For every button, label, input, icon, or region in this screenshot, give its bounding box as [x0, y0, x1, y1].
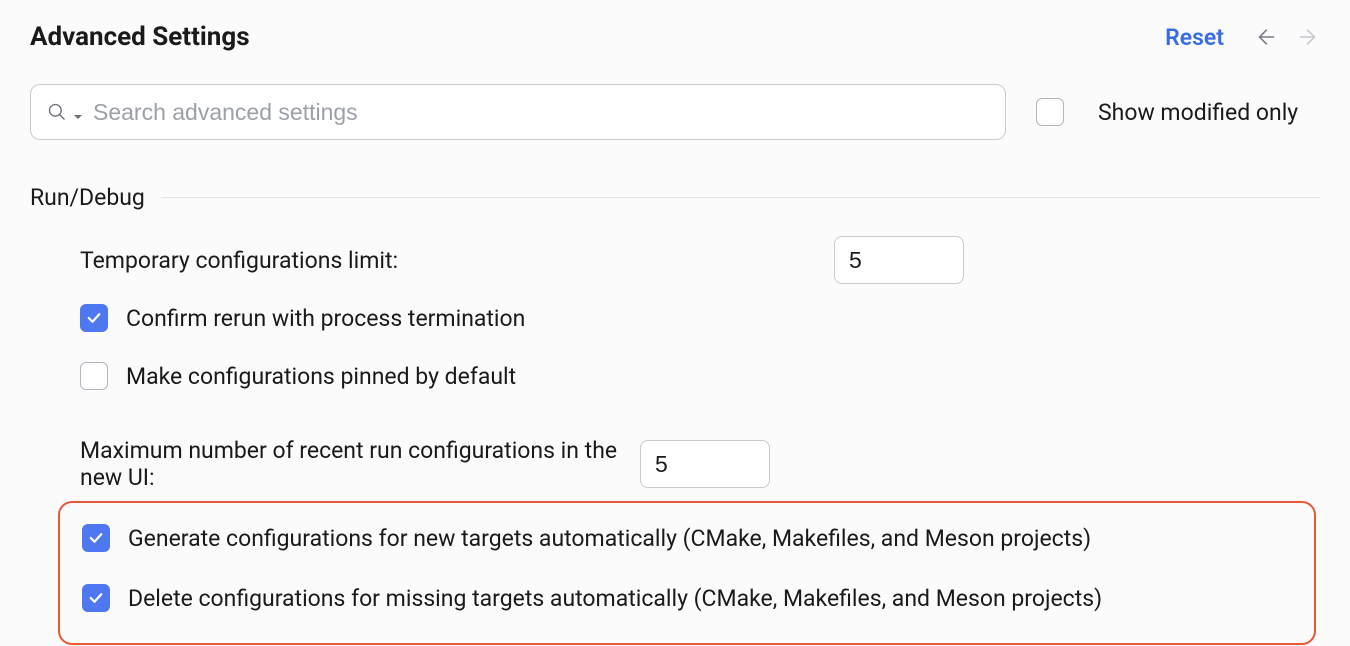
pin-default-row[interactable]: Make configurations pinned by default — [80, 355, 1320, 397]
nav-arrows — [1254, 26, 1320, 48]
pin-default-label: Make configurations pinned by default — [126, 363, 516, 390]
del-missing-targets-checkbox[interactable] — [82, 584, 110, 612]
search-box[interactable] — [30, 84, 1006, 140]
confirm-rerun-checkbox[interactable] — [80, 304, 108, 332]
max-recent-row: Maximum number of recent run configurati… — [80, 443, 1320, 485]
page-title: Advanced Settings — [30, 22, 250, 52]
reset-button[interactable]: Reset — [1165, 24, 1224, 51]
show-modified-only-option[interactable]: Show modified only — [1036, 98, 1298, 126]
temp-config-limit-label: Temporary configurations limit: — [80, 247, 834, 274]
temp-config-limit-row: Temporary configurations limit: — [80, 239, 1320, 281]
show-modified-only-label: Show modified only — [1098, 99, 1298, 126]
forward-arrow-icon[interactable] — [1298, 26, 1320, 48]
show-modified-only-checkbox[interactable] — [1036, 98, 1064, 126]
run-debug-section: Run/Debug Temporary configurations limit… — [0, 150, 1350, 645]
search-row: Show modified only — [0, 66, 1350, 150]
back-arrow-icon[interactable] — [1254, 26, 1276, 48]
search-input[interactable] — [93, 99, 989, 126]
gen-new-targets-row[interactable]: Generate configurations for new targets … — [82, 517, 1300, 559]
section-title: Run/Debug — [30, 184, 145, 211]
header-right: Reset — [1165, 24, 1320, 51]
section-header: Run/Debug — [30, 184, 1320, 211]
search-dropdown-caret-icon[interactable] — [73, 107, 83, 117]
max-recent-label: Maximum number of recent run configurati… — [80, 437, 640, 491]
confirm-rerun-row[interactable]: Confirm rerun with process termination — [80, 297, 1320, 339]
gen-new-targets-label: Generate configurations for new targets … — [128, 525, 1091, 552]
section-divider — [161, 197, 1320, 198]
max-recent-input[interactable] — [640, 440, 770, 488]
gen-new-targets-checkbox[interactable] — [82, 524, 110, 552]
search-icon — [47, 102, 67, 122]
temp-config-limit-input[interactable] — [834, 236, 964, 284]
confirm-rerun-label: Confirm rerun with process termination — [126, 305, 525, 332]
del-missing-targets-row[interactable]: Delete configurations for missing target… — [82, 577, 1300, 619]
header: Advanced Settings Reset — [0, 0, 1350, 66]
highlighted-settings: Generate configurations for new targets … — [58, 501, 1316, 645]
settings-list: Temporary configurations limit: Confirm … — [30, 239, 1320, 645]
del-missing-targets-label: Delete configurations for missing target… — [128, 585, 1102, 612]
pin-default-checkbox[interactable] — [80, 362, 108, 390]
